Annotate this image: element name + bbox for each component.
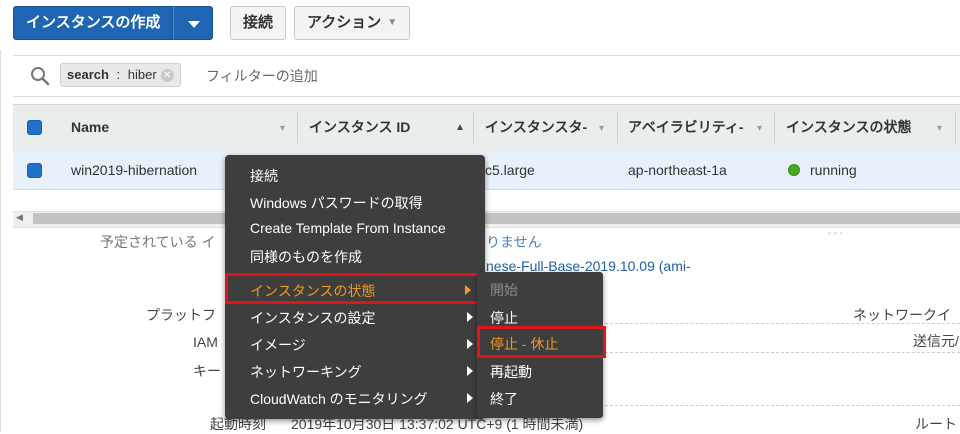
search-icon	[31, 67, 50, 86]
submenu-arrow-icon	[467, 366, 473, 376]
menu-item-cloudwatch-monitoring[interactable]: CloudWatch のモニタリング	[250, 389, 428, 409]
submenu-item-start: 開始	[490, 282, 518, 298]
left-border	[0, 50, 1, 432]
row-name: win2019-hibernation	[71, 162, 198, 178]
column-separator	[473, 112, 474, 143]
submenu-item-terminate[interactable]: 終了	[490, 389, 518, 409]
search-filter-token[interactable]: search : hiber ✕	[60, 63, 181, 87]
scrollbar-thumb[interactable]	[33, 213, 960, 224]
menu-item-launch-more-like-this[interactable]: 同様のものを作成	[250, 247, 362, 267]
platform-label: プラットフ	[146, 307, 216, 323]
submenu-item-stop-hibernate-label: 停止 - 休止	[490, 336, 559, 352]
sort-ascending-icon[interactable]: ▲	[455, 122, 465, 133]
column-separator	[774, 112, 775, 143]
launch-instance-group: インスタンスの作成	[13, 6, 214, 40]
column-separator	[297, 112, 298, 143]
sort-icon[interactable]: ▾	[757, 123, 762, 134]
remove-token-icon[interactable]: ✕	[160, 68, 174, 82]
token-value: hiber	[127, 67, 157, 82]
row-availability-zone: ap-northeast-1a	[628, 162, 727, 178]
connect-button[interactable]: 接続	[230, 6, 287, 40]
sort-icon[interactable]: ▾	[599, 123, 604, 134]
column-header-instance-state[interactable]: インスタンスの状態	[786, 104, 911, 151]
iam-label: IAM	[193, 334, 218, 350]
menu-item-connect[interactable]: 接続	[250, 166, 278, 186]
drag-handle-icon[interactable]: ◦ ◦ ◦	[828, 228, 843, 238]
running-status-icon	[788, 164, 800, 176]
menu-item-instance-state-label: インスタンスの状態	[250, 283, 376, 299]
menu-item-instance-settings[interactable]: インスタンスの設定	[250, 308, 375, 328]
menu-item-image[interactable]: イメージ	[250, 335, 306, 355]
row-instance-type: c5.large	[485, 162, 535, 178]
submenu-item-stop[interactable]: 停止	[490, 308, 518, 328]
submenu-arrow-icon	[467, 393, 473, 403]
menu-item-networking[interactable]: ネットワーキング	[250, 362, 362, 382]
scheduled-events-value: りません	[486, 234, 542, 250]
token-separator: :	[112, 67, 124, 82]
select-all-checkbox[interactable]	[27, 120, 42, 135]
sort-icon[interactable]: ▾	[937, 123, 942, 134]
divider	[605, 405, 960, 406]
actions-button[interactable]: アクション ▼	[294, 6, 411, 40]
divider	[605, 323, 960, 324]
key-pair-label: キー	[193, 363, 221, 379]
token-key: search	[67, 67, 109, 82]
column-separator	[955, 112, 956, 143]
chevron-down-icon: ▼	[387, 17, 398, 28]
scroll-left-icon[interactable]: ◀	[16, 212, 23, 223]
submenu-arrow-icon	[465, 285, 471, 295]
column-header-name[interactable]: Name	[71, 104, 109, 151]
submenu-arrow-icon	[467, 339, 473, 349]
sort-icon[interactable]: ▾	[280, 123, 285, 134]
column-header-instance-id[interactable]: インスタンス ID	[309, 104, 410, 151]
submenu-item-reboot[interactable]: 再起動	[490, 362, 532, 382]
scheduled-events-label: 予定されている イ	[100, 234, 216, 250]
launch-instance-button[interactable]: インスタンスの作成	[13, 6, 174, 40]
menu-item-create-template[interactable]: Create Template From Instance	[250, 220, 446, 236]
launch-instance-dropdown-caret[interactable]	[173, 6, 214, 40]
root-device-label: ルート	[915, 416, 957, 432]
column-header-instance-type[interactable]: インスタンスタ-	[485, 104, 587, 151]
column-header-availability-zone[interactable]: アベイラビリティ-	[628, 104, 744, 151]
submenu-arrow-icon	[467, 312, 473, 322]
column-separator	[617, 112, 618, 143]
network-interface-label: ネットワークイ	[853, 307, 951, 323]
menu-item-get-windows-password[interactable]: Windows パスワードの取得	[250, 193, 423, 213]
row-checkbox[interactable]	[27, 163, 42, 178]
actions-button-label: アクション	[307, 14, 382, 31]
source-dest-label: 送信元/	[913, 333, 959, 349]
add-filter-input[interactable]: フィルターの追加	[206, 66, 318, 86]
row-instance-state: running	[810, 162, 857, 178]
divider	[605, 352, 960, 353]
